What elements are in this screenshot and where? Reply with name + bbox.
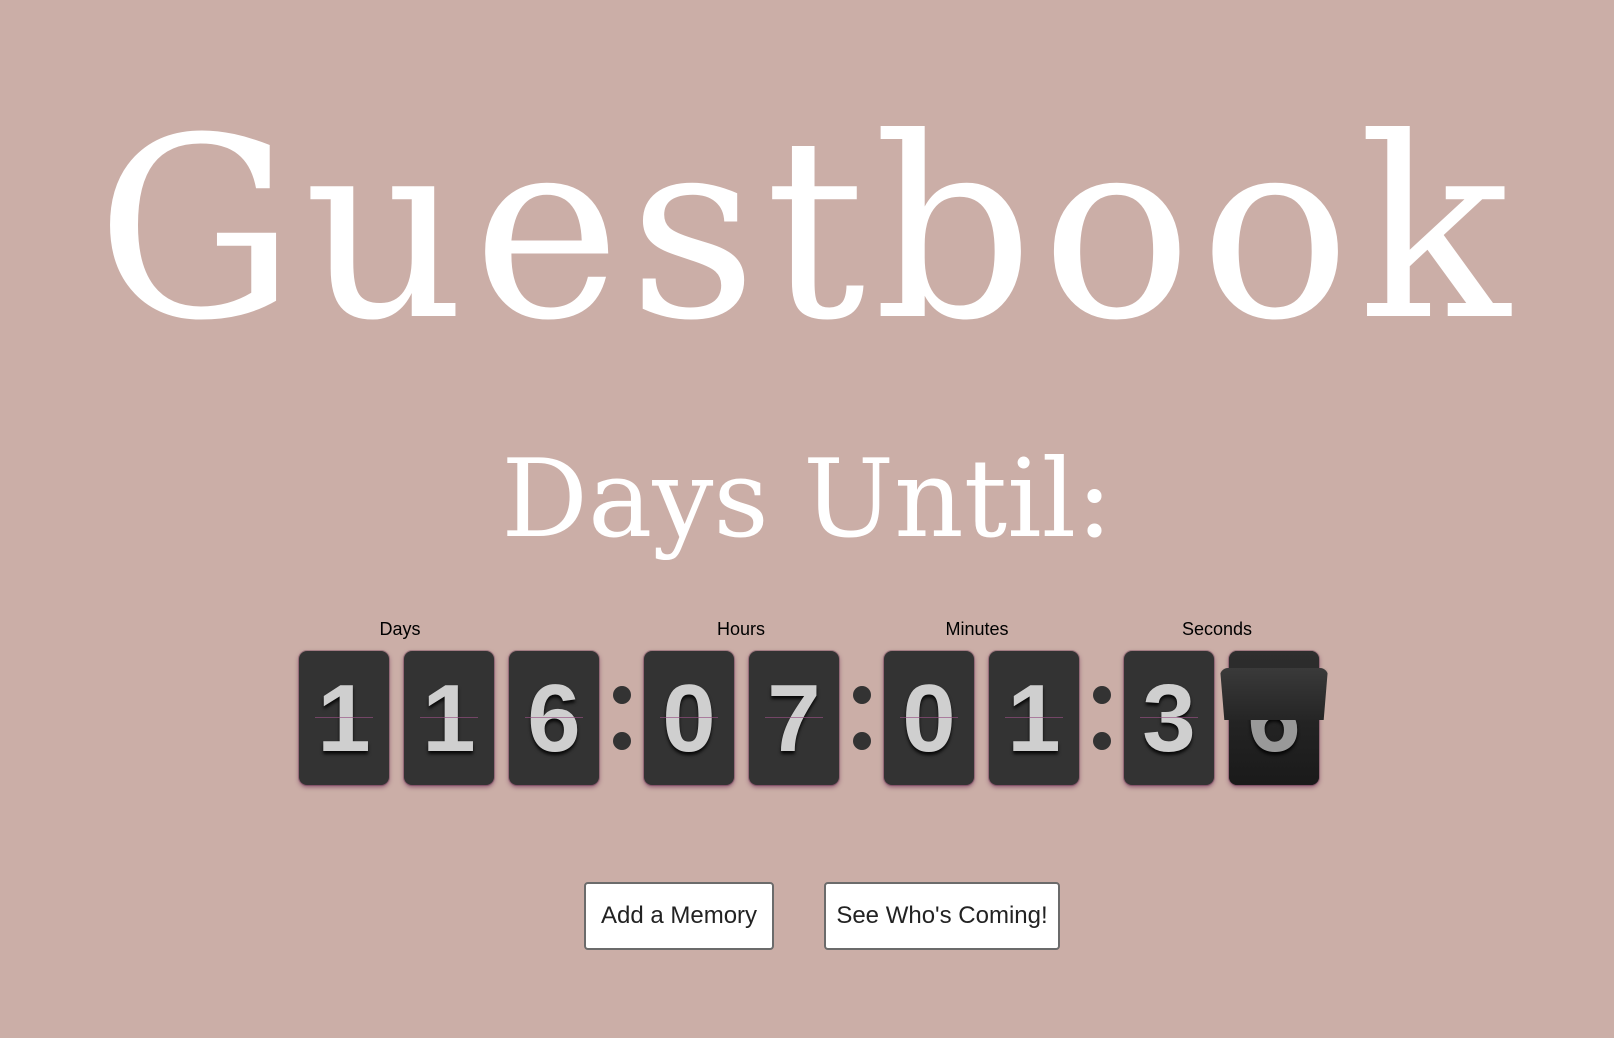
days-digit-card: 1 <box>404 651 494 785</box>
days-digit: 1 <box>317 665 371 772</box>
colon-dot <box>1093 686 1111 704</box>
add-memory-button[interactable]: Add a Memory <box>584 882 774 950</box>
days-digit-card: 6 <box>509 651 599 785</box>
colon-separator <box>1093 686 1111 750</box>
minutes-digit: 0 <box>902 665 956 772</box>
minutes-digit: 1 <box>1007 665 1061 772</box>
page-title: Guestbook <box>96 84 1518 375</box>
minutes-digit-card: 0 <box>884 651 974 785</box>
seconds-digit-card: 3 <box>1124 651 1214 785</box>
seconds-digit: 3 <box>1142 665 1196 772</box>
countdown-heading: Days Until: <box>501 437 1113 562</box>
days-digit-card: 1 <box>299 651 389 785</box>
colon-dot <box>853 732 871 750</box>
seconds-digit-card-flipping: 6 <box>1229 651 1319 785</box>
colon-dot <box>613 686 631 704</box>
hours-digit-card: 0 <box>644 651 734 785</box>
seconds-digit: 6 <box>1229 651 1319 785</box>
hours-digit-card: 7 <box>749 651 839 785</box>
hours-label: Hours <box>716 619 766 639</box>
colon-dot <box>853 686 871 704</box>
hours-digit: 0 <box>662 665 716 772</box>
colon-dot <box>1093 732 1111 750</box>
guestbook-page: Guestbook Days Until: Days Hours Minutes… <box>0 0 1614 1038</box>
see-whos-coming-button[interactable]: See Who's Coming! <box>824 882 1060 950</box>
seconds-label: Seconds <box>1181 619 1253 639</box>
colon-separator <box>853 686 871 750</box>
hours-digit: 7 <box>767 665 821 772</box>
minutes-label: Minutes <box>945 619 1009 639</box>
colon-dot <box>613 732 631 750</box>
days-label: Days <box>379 619 421 639</box>
days-digit: 1 <box>422 665 476 772</box>
days-digit: 6 <box>527 665 581 772</box>
minutes-digit-card: 1 <box>989 651 1079 785</box>
colon-separator <box>613 686 631 750</box>
